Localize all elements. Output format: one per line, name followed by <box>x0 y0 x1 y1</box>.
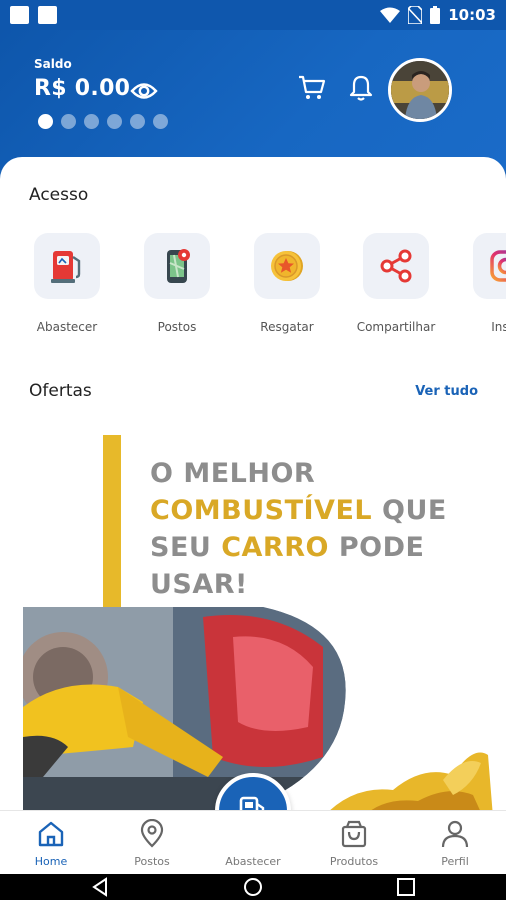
clock: 10:03 <box>448 6 496 24</box>
share-icon <box>380 249 412 283</box>
quick-access-label: Abastecer <box>36 320 98 334</box>
carousel-dot[interactable] <box>130 114 145 129</box>
quick-access-instagram[interactable]: Insta <box>451 233 506 334</box>
banner-highlight: COMBUSTÍVEL <box>150 495 373 526</box>
quick-access-row: Abastecer Postos Resgatar Compartilhar I… <box>0 233 506 353</box>
see-all-link[interactable]: Ver tudo <box>415 384 478 399</box>
banner-line: O MELHOR <box>150 458 316 489</box>
notification-icon <box>38 6 57 24</box>
carousel-dot[interactable] <box>61 114 76 129</box>
fuel-pump-icon <box>51 251 81 283</box>
carousel-dots <box>38 114 168 129</box>
cart-icon[interactable] <box>298 74 326 102</box>
banner-text: SEU <box>150 532 222 563</box>
banner-line: SEU CARRO PODE <box>150 529 447 566</box>
quick-access-label: Insta <box>491 320 506 334</box>
banner-headline: O MELHOR COMBUSTÍVEL QUE SEU CARRO PODE … <box>150 455 447 603</box>
system-nav-bar <box>0 874 506 900</box>
wifi-icon <box>380 7 401 23</box>
no-sim-icon <box>408 6 423 24</box>
fuel-nozzle-image <box>23 607 346 817</box>
banner-text: PODE <box>328 532 425 563</box>
balance-label: Saldo <box>34 57 72 71</box>
home-circle-icon[interactable] <box>243 877 263 897</box>
quick-access-label: Compartilhar <box>356 320 436 334</box>
header: Saldo R$ 0.00 <box>0 30 506 170</box>
banner-accent-bar <box>103 435 121 611</box>
person-icon <box>441 820 469 848</box>
nav-home[interactable]: Home <box>6 819 96 868</box>
back-icon[interactable] <box>90 877 110 897</box>
balance-value: R$ 0.00 <box>34 76 131 101</box>
offer-banner[interactable]: O MELHOR COMBUSTÍVEL QUE SEU CARRO PODE … <box>23 435 493 817</box>
banner-highlight: CARRO <box>221 532 329 563</box>
carousel-dot[interactable] <box>84 114 99 129</box>
battery-icon <box>430 6 441 24</box>
avatar[interactable] <box>388 58 452 122</box>
coin-star-icon <box>271 251 303 281</box>
eye-icon[interactable] <box>130 80 158 102</box>
map-phone-icon <box>167 249 190 283</box>
instagram-icon <box>490 250 506 282</box>
banner-text: QUE <box>372 495 447 526</box>
bell-icon[interactable] <box>348 74 374 102</box>
nav-label: Abastecer <box>225 855 281 868</box>
quick-access-abastecer[interactable]: Abastecer <box>12 233 122 334</box>
shopping-bag-icon <box>341 820 367 848</box>
main-content: Acesso Abastecer Postos Resgatar Compart… <box>0 157 506 817</box>
notification-icon <box>10 6 29 24</box>
nav-postos[interactable]: Postos <box>107 818 197 868</box>
banner-line: USAR! <box>150 569 248 600</box>
carousel-dot[interactable] <box>107 114 122 129</box>
home-icon <box>38 821 64 847</box>
quick-access-resgatar[interactable]: Resgatar <box>232 233 342 334</box>
carousel-dot[interactable] <box>38 114 53 129</box>
quick-access-postos[interactable]: Postos <box>122 233 232 334</box>
carousel-dot[interactable] <box>153 114 168 129</box>
nav-perfil[interactable]: Perfil <box>410 819 500 868</box>
section-title-ofertas: Ofertas <box>29 381 92 401</box>
oil-splash-image <box>323 752 493 817</box>
status-bar: 10:03 <box>0 0 506 30</box>
location-pin-icon <box>140 818 164 848</box>
quick-access-label: Resgatar <box>260 320 314 334</box>
quick-access-compartilhar[interactable]: Compartilhar <box>341 233 451 334</box>
section-title-acesso: Acesso <box>29 185 89 205</box>
nav-label: Home <box>34 855 68 868</box>
quick-access-label: Postos <box>157 320 197 334</box>
nav-produtos[interactable]: Produtos <box>309 819 399 868</box>
nav-label: Postos <box>134 855 170 868</box>
banner-line: COMBUSTÍVEL QUE <box>150 492 447 529</box>
recents-icon[interactable] <box>396 877 416 897</box>
nav-label: Produtos <box>329 855 379 868</box>
nav-label: Perfil <box>441 855 469 868</box>
